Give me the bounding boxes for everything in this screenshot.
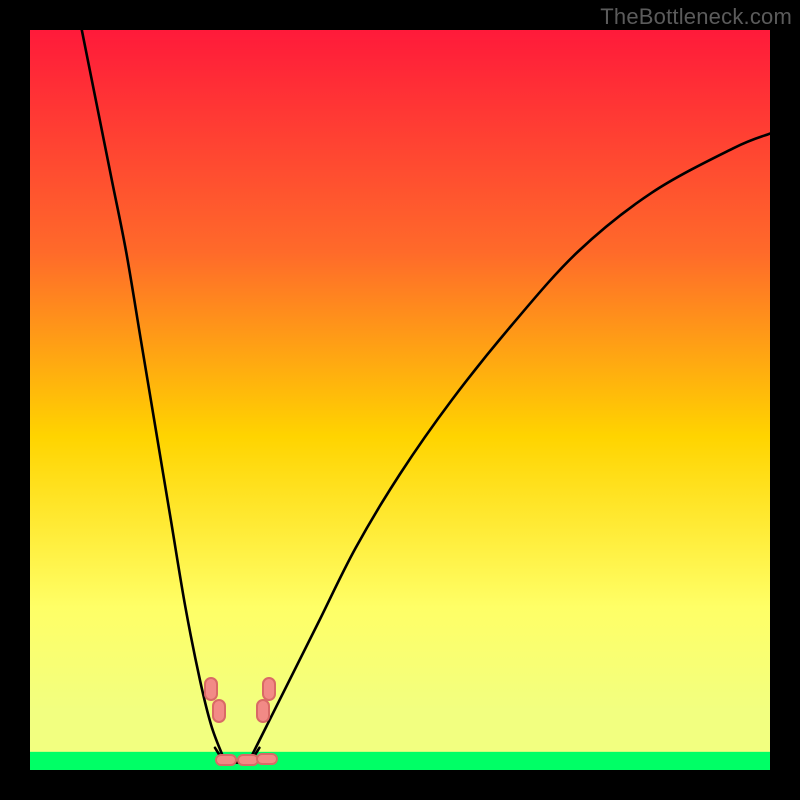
data-marker-3	[262, 677, 276, 701]
plot-area	[30, 30, 770, 770]
data-marker-0	[204, 677, 218, 701]
data-marker-1	[212, 699, 226, 723]
series-right-branch	[252, 134, 770, 756]
data-marker-2	[256, 699, 270, 723]
chart-stage: TheBottleneck.com	[0, 0, 800, 800]
curve-layer	[30, 30, 770, 770]
series-left-branch	[82, 30, 223, 755]
data-marker-6	[256, 753, 278, 765]
data-marker-4	[215, 754, 237, 766]
watermark-text: TheBottleneck.com	[600, 4, 792, 30]
